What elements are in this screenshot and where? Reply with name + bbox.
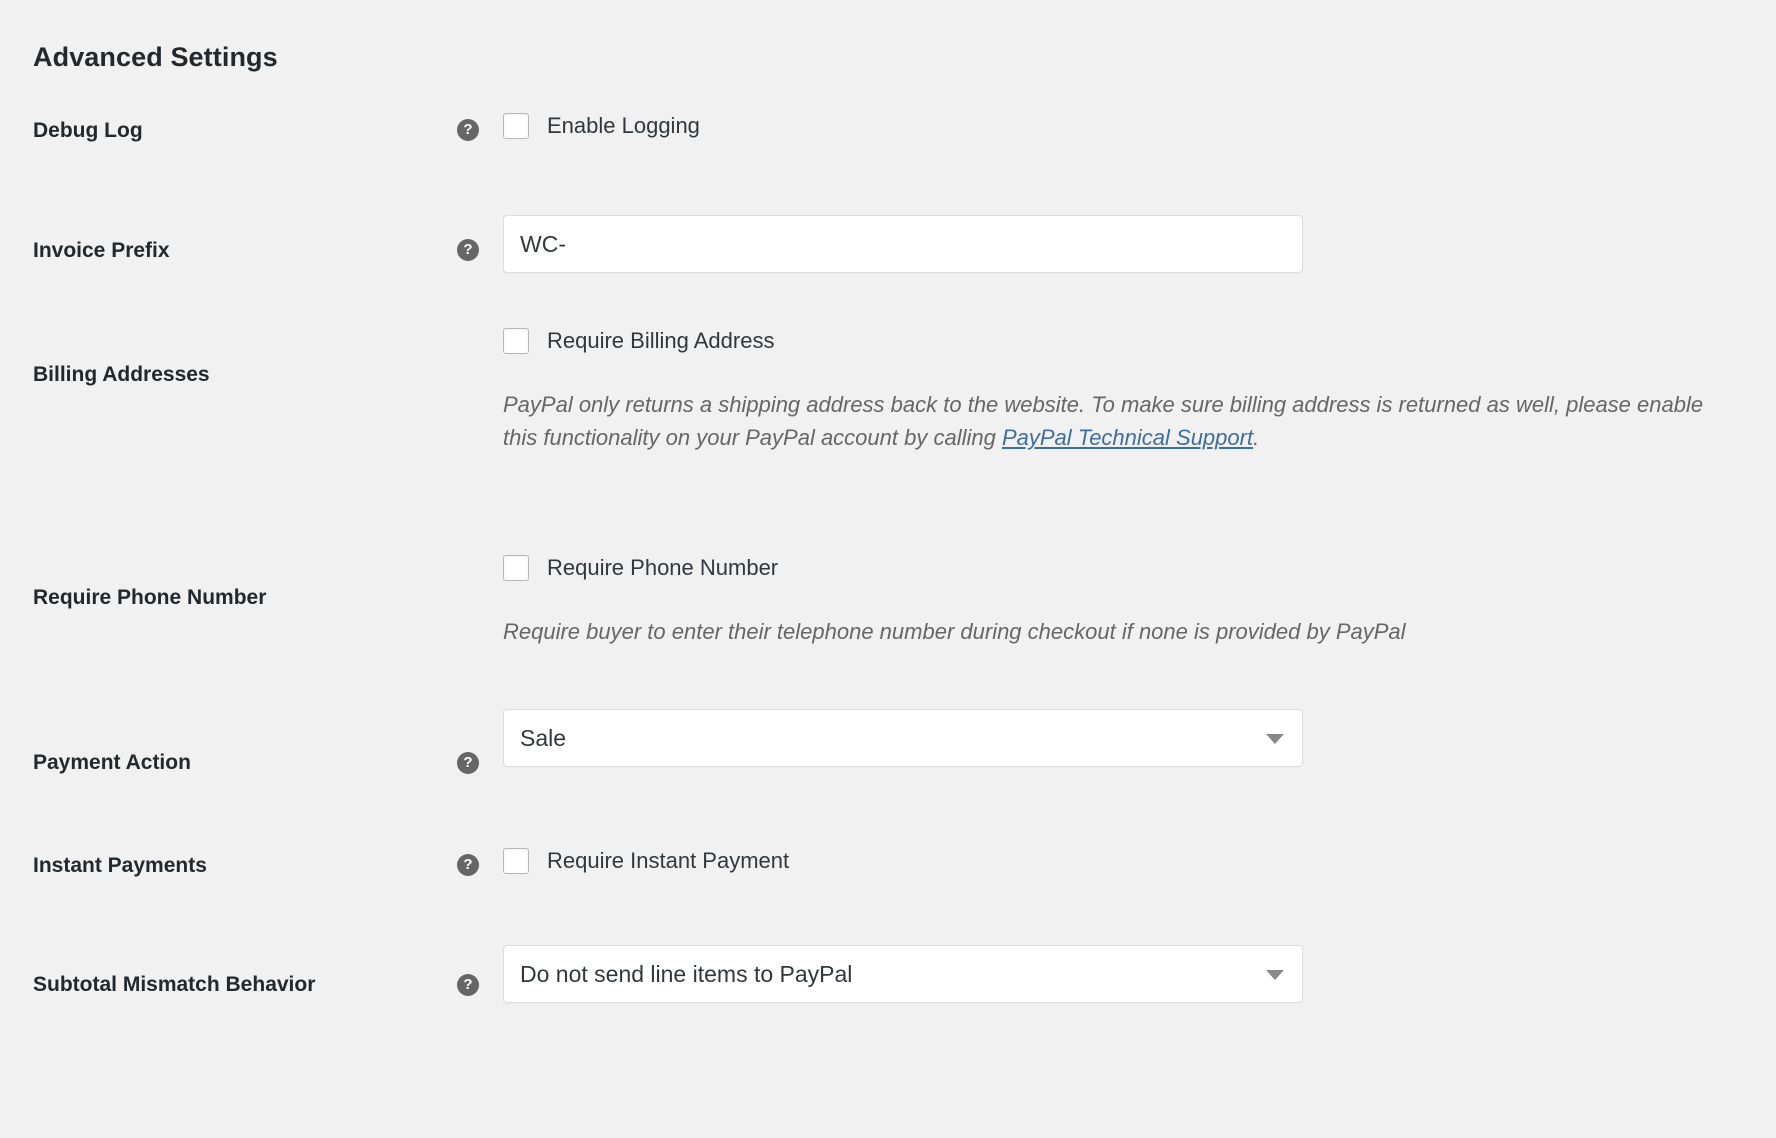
checkbox-label-enable-logging: Enable Logging [547,115,700,137]
label-billing-addresses: Billing Addresses [33,362,210,387]
help-tip-icon-instant-payments[interactable]: ? [457,854,479,876]
field-subtotal-mismatch-behavior: Do not send line items to PayPal [503,945,1303,1003]
page-title: Advanced Settings [33,42,278,73]
advanced-settings-page: Advanced Settings Debug Log ? Enable Log… [0,0,1776,1138]
field-billing-addresses: Require Billing Address PayPal only retu… [503,328,1718,455]
help-tip-icon-invoice-prefix[interactable]: ? [457,239,479,261]
label-instant-payments: Instant Payments [33,853,207,878]
help-tip-icon-debug-log[interactable]: ? [457,119,479,141]
label-payment-action: Payment Action [33,750,191,775]
subtotal-mismatch-select[interactable]: Do not send line items to PayPal [503,945,1303,1003]
field-instant-payments: Require Instant Payment [503,848,789,874]
checkbox-require-billing-address[interactable] [503,328,529,354]
description-billing-addresses: PayPal only returns a shipping address b… [503,388,1718,455]
checkbox-label-require-phone-number: Require Phone Number [547,557,778,579]
field-invoice-prefix [503,215,1303,273]
field-require-phone-number: Require Phone Number Require buyer to en… [503,555,1718,648]
payment-action-select[interactable]: Sale [503,709,1303,767]
checkbox-row-require-phone-number[interactable]: Require Phone Number [503,555,1718,581]
invoice-prefix-input[interactable] [503,215,1303,273]
field-payment-action: Sale [503,709,1303,767]
checkbox-require-phone-number[interactable] [503,555,529,581]
checkbox-row-require-billing-address[interactable]: Require Billing Address [503,328,1718,354]
checkbox-row-require-instant-payment[interactable]: Require Instant Payment [503,848,789,874]
subtotal-mismatch-selected-value: Do not send line items to PayPal [520,961,852,988]
description-require-phone-number: Require buyer to enter their telephone n… [503,615,1718,648]
description-text-part2: . [1253,425,1259,450]
checkbox-label-require-billing-address: Require Billing Address [547,330,774,352]
chevron-down-icon-payment-action [1266,734,1284,744]
payment-action-selected-value: Sale [520,725,566,752]
help-tip-icon-subtotal-mismatch[interactable]: ? [457,974,479,996]
chevron-down-icon-subtotal-mismatch [1266,970,1284,980]
field-debug-log: Enable Logging [503,113,700,139]
label-invoice-prefix: Invoice Prefix [33,238,170,263]
checkbox-row-enable-logging[interactable]: Enable Logging [503,113,700,139]
label-subtotal-mismatch-behavior: Subtotal Mismatch Behavior [33,972,315,997]
checkbox-require-instant-payment[interactable] [503,848,529,874]
label-require-phone-number: Require Phone Number [33,585,266,610]
checkbox-label-require-instant-payment: Require Instant Payment [547,850,789,872]
help-tip-icon-payment-action[interactable]: ? [457,752,479,774]
paypal-technical-support-link[interactable]: PayPal Technical Support [1002,425,1253,450]
checkbox-enable-logging[interactable] [503,113,529,139]
label-debug-log: Debug Log [33,118,143,143]
